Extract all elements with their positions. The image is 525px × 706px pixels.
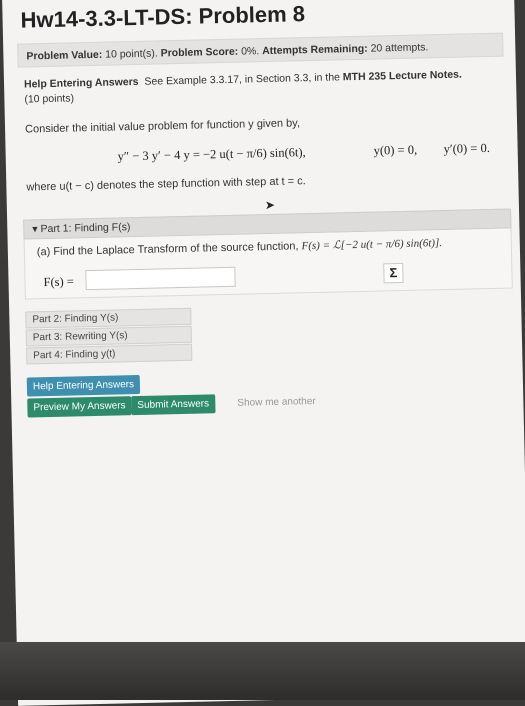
help-note: Help Entering Answers See Example 3.3.17… [24,67,495,108]
lecture-notes-ref: MTH 235 Lecture Notes. [342,68,463,84]
help-entering-answers-link[interactable]: Help Entering Answers [24,76,139,91]
initial-condition-y: y(0) = 0, [373,142,418,158]
help-text: See Example 3.3.17, in Section 3.3, in t… [144,71,341,88]
webwork-screen: Hw14-3.3-LT-DS: Problem 8 Problem Value:… [2,0,525,706]
attempts-remaining: 20 attempts. [370,41,429,55]
question-text: (a) Find the Laplace Transform of the so… [36,240,299,259]
problem-value: 10 point(s). [105,47,158,61]
score-bar: Problem Value: 10 point(s). Problem Scor… [17,32,504,68]
part1-body: (a) Find the Laplace Transform of the so… [23,228,513,300]
ode-equation: y″ − 3 y′ − 4 y = −2 u(t − π/6) sin(6t), [117,145,306,164]
mouse-cursor-icon: ➤ [264,197,276,213]
attempts-label: Attempts Remaining: [262,42,368,58]
part1-question: (a) Find the Laplace Transform of the so… [37,236,442,258]
problem-value-label: Problem Value: [26,48,103,63]
answer-label: F(s) = [43,274,75,290]
preview-answers-button[interactable]: Preview My Answers [27,396,132,418]
part4-header[interactable]: Part 4: Finding y(t) [26,343,193,365]
initial-condition-yprime: y′(0) = 0. [443,140,491,157]
step-function-note: where u(t − c) denotes the step function… [26,175,306,194]
submit-answers-button[interactable]: Submit Answers [131,394,216,416]
problem-intro: Consider the initial value problem for f… [24,117,301,136]
help-entering-answers-button[interactable]: Help Entering Answers [26,374,141,397]
problem-score: 0%. [240,45,260,58]
monitor-bezel [0,642,525,700]
page-title: Hw14-3.3-LT-DS: Problem 8 [20,1,306,33]
question-formula: F(s) = ℒ[−2 u(t − π/6) sin(6t)]. [301,237,443,253]
show-me-another-button[interactable]: Show me another [237,396,316,409]
problem-score-label: Problem Score: [160,45,239,60]
points-note: (10 points) [24,92,75,106]
equation-editor-sigma-icon[interactable]: Σ [383,262,404,284]
answer-input-fs[interactable] [85,266,236,291]
ode-equation-row: y″ − 3 y′ − 4 y = −2 u(t − π/6) sin(6t),… [26,140,516,163]
